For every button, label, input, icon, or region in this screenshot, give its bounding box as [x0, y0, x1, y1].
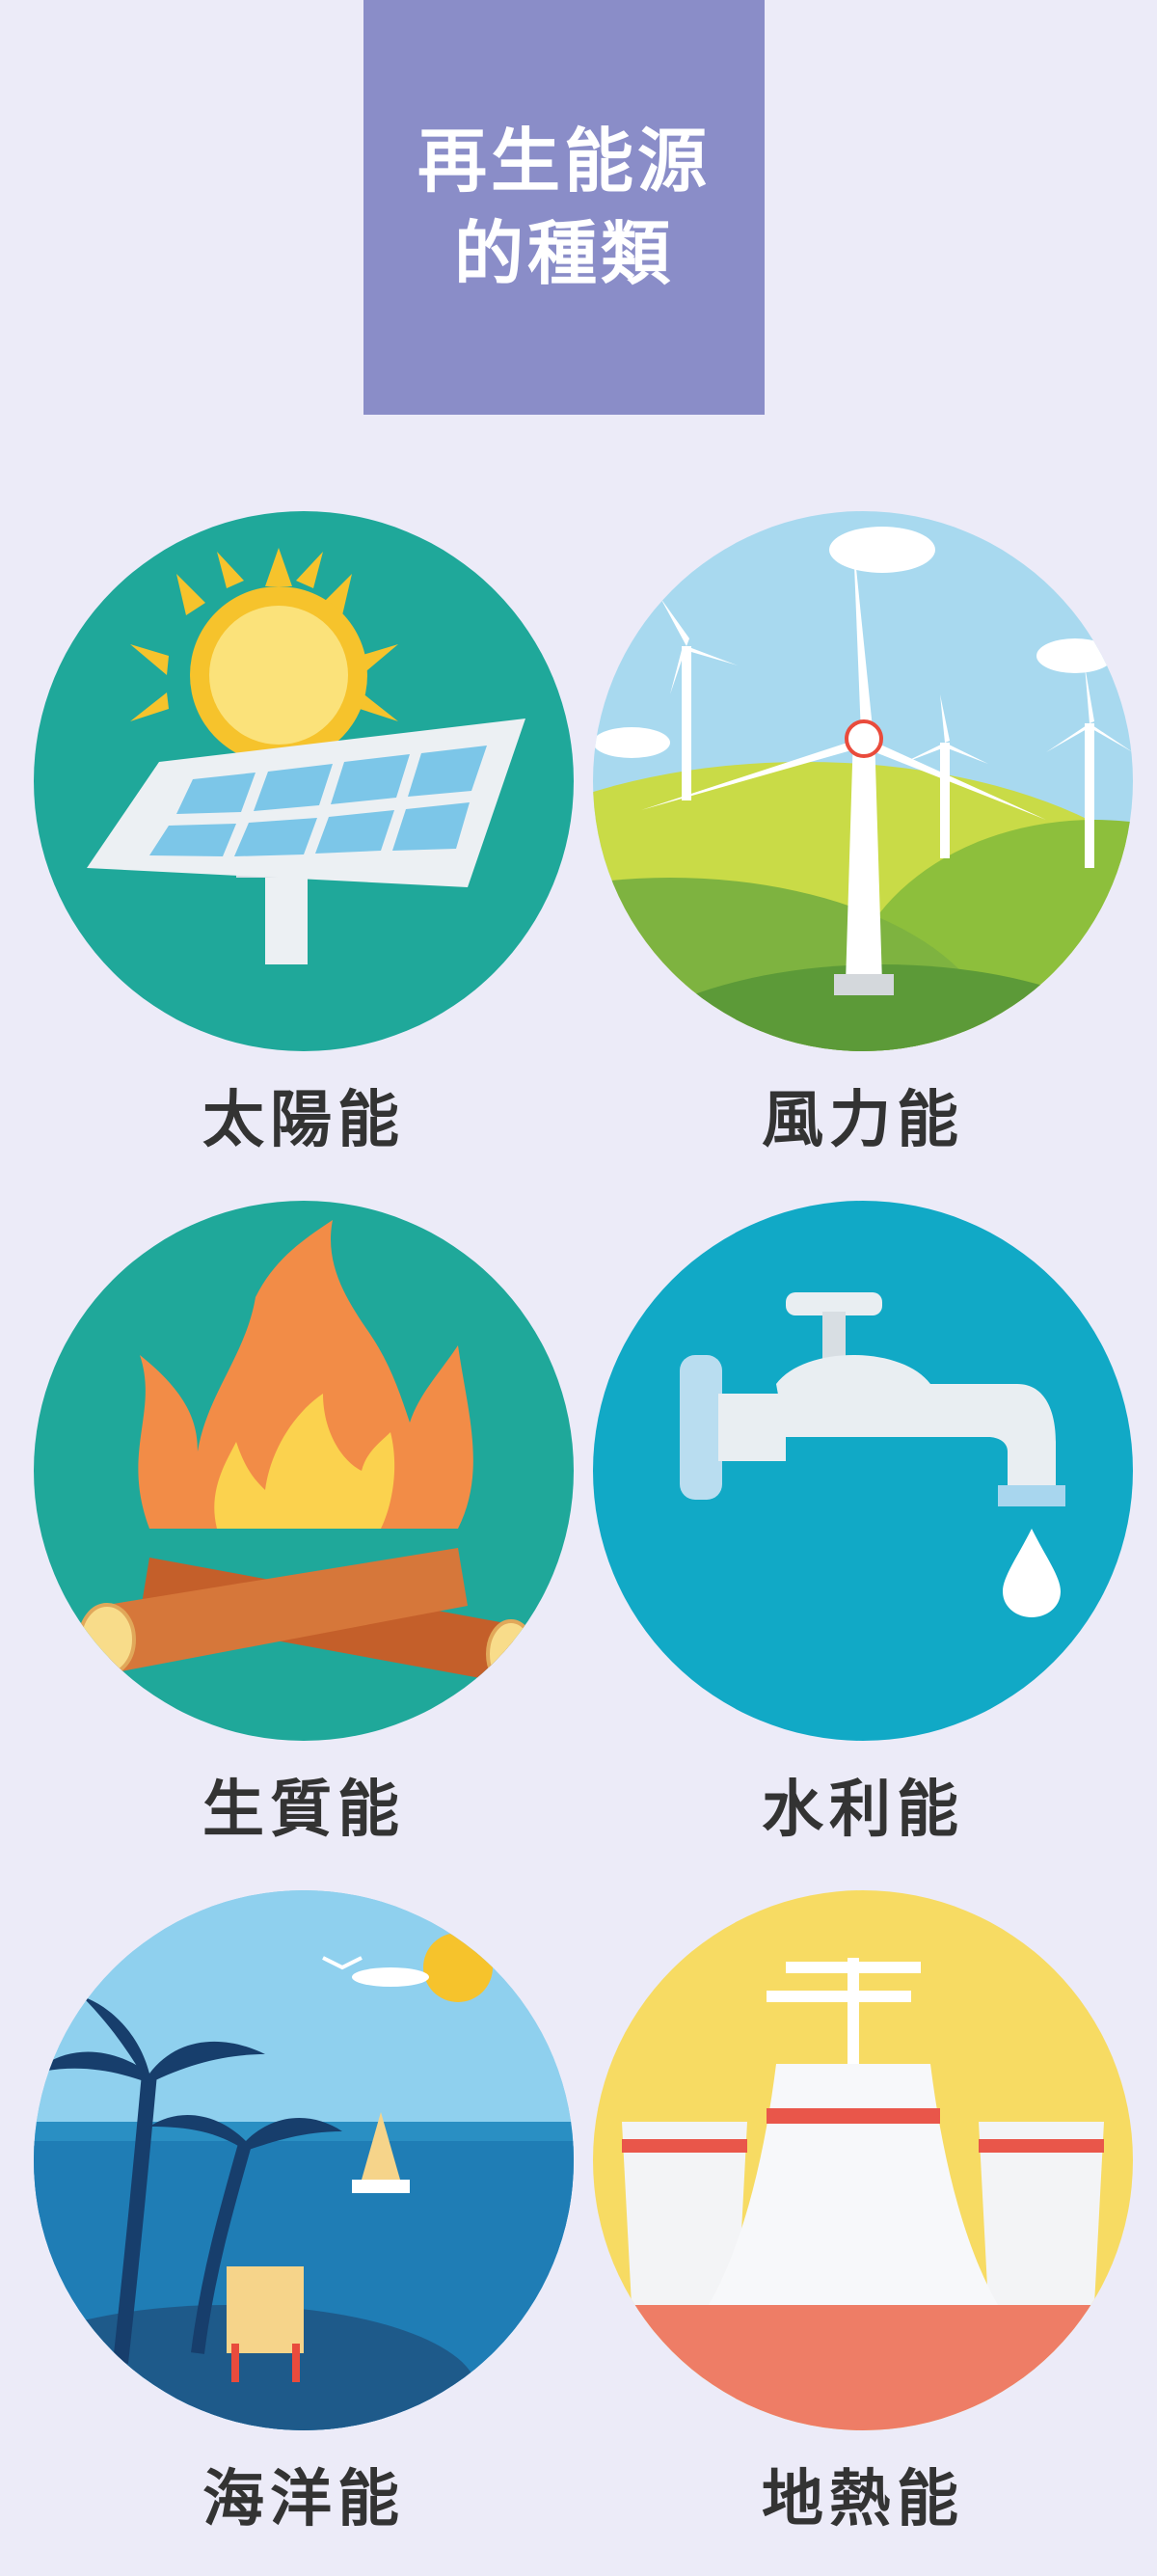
- energy-card-biomass: 生質能: [34, 1201, 574, 1876]
- energy-label-ocean: 海洋能: [202, 2464, 405, 2535]
- energy-label-wind: 風力能: [762, 1085, 964, 1156]
- energy-label-solar: 太陽能: [202, 1085, 405, 1156]
- wind-turbine-icon: [593, 511, 1133, 1051]
- geothermal-plant-icon: [593, 1890, 1133, 2430]
- energy-label-geothermal: 地熱能: [762, 2464, 964, 2535]
- energy-card-geothermal: 地熱能: [593, 1890, 1133, 2565]
- campfire-icon: [34, 1201, 574, 1741]
- energy-label-biomass: 生質能: [202, 1775, 405, 1846]
- title-line-1: 再生能源: [417, 121, 711, 202]
- title-line-2: 的種類: [453, 213, 674, 294]
- water-faucet-icon: [593, 1201, 1133, 1741]
- title-banner: 再生能源 的種類: [363, 0, 765, 415]
- energy-card-hydro: 水利能: [593, 1201, 1133, 1876]
- energy-card-wind: 風力能: [593, 511, 1133, 1186]
- ocean-island-icon: [34, 1890, 574, 2430]
- solar-panel-icon: [34, 511, 574, 1051]
- energy-card-ocean: 海洋能: [34, 1890, 574, 2565]
- energy-card-solar: 太陽能: [34, 511, 574, 1186]
- energy-label-hydro: 水利能: [762, 1775, 964, 1846]
